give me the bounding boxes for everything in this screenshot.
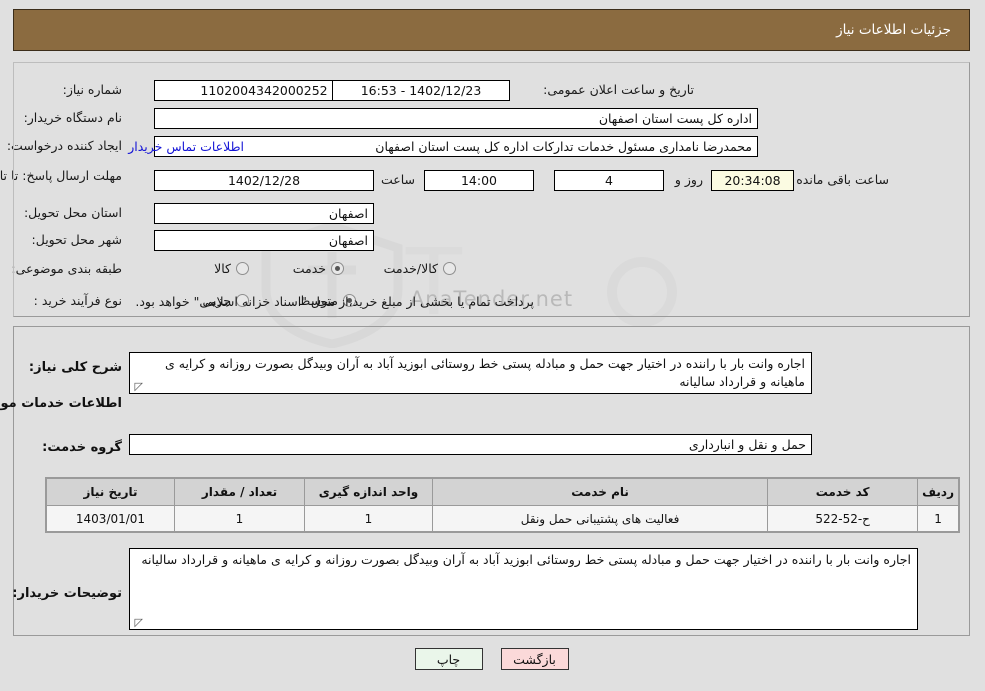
buyer-notes-label: توضیحات خریدار: xyxy=(13,586,123,601)
page-title: جزئیات اطلاعات نیاز xyxy=(837,22,952,38)
back-button[interactable]: بازگشت xyxy=(501,648,570,670)
announce-datetime-field[interactable]: 1402/12/23 - 16:53 xyxy=(333,80,511,101)
service-group-label: گروه خدمت: xyxy=(43,440,123,455)
resize-grip-icon[interactable]: ◸ xyxy=(134,381,144,392)
general-desc-textarea[interactable]: اجاره وانت بار با راننده در اختیار جهت ح… xyxy=(130,352,813,394)
window-title-bar: جزئیات اطلاعات نیاز xyxy=(14,9,971,51)
col-quantity: تعداد / مقدار xyxy=(175,478,306,506)
cell-unit: 1 xyxy=(305,505,434,532)
services-section-heading: اطلاعات خدمات مورد نیاز xyxy=(0,396,123,411)
city-field[interactable]: اصفهان xyxy=(155,230,375,251)
resize-grip-icon-notes[interactable]: ◸ xyxy=(134,617,144,628)
remaining-days-field: 4 xyxy=(555,170,665,191)
deadline-date-field[interactable]: 1402/12/28 xyxy=(155,170,375,191)
col-code: کد خدمت xyxy=(768,478,920,506)
province-field[interactable]: اصفهان xyxy=(155,203,375,224)
services-table-wrap: ردیف کد خدمت نام خدمت واحد اندازه گیری ت… xyxy=(46,477,961,533)
cell-need-date: 1403/01/01 xyxy=(47,505,176,532)
col-unit: واحد اندازه گیری xyxy=(305,478,434,506)
general-desc-label: شرح کلی نیاز: xyxy=(29,360,123,375)
service-group-field[interactable]: حمل و نقل و انبارداری xyxy=(130,434,813,455)
remaining-time-label: ساعت باقی مانده xyxy=(797,172,890,187)
cell-quantity: 1 xyxy=(175,505,306,532)
table-row: 1 ح-52-522 فعالیت های پشتیبانی حمل ونقل … xyxy=(47,505,960,532)
print-button[interactable]: چاپ xyxy=(415,648,484,670)
buyer-contact-link[interactable]: اطلاعات تماس خریدار xyxy=(129,139,245,154)
days-label: روز و xyxy=(675,172,704,187)
col-need-date: تاریخ نیاز xyxy=(47,478,176,506)
cell-code: ح-52-522 xyxy=(768,505,920,532)
col-index: ردیف xyxy=(918,478,960,506)
buyer-notes-value: اجاره وانت بار با راننده در اختیار جهت ح… xyxy=(142,552,912,567)
hour-label: ساعت xyxy=(381,172,416,187)
cell-index: 1 xyxy=(918,505,960,532)
countdown-timer-field: 20:34:08 xyxy=(712,170,795,191)
requester-field[interactable]: محمدرضا نامداری مسئول خدمات تدارکات ادار… xyxy=(155,136,759,157)
payment-note: پرداخت تمام یا بخشی از مبلغ خرید،از محل … xyxy=(136,294,535,309)
table-header-row: ردیف کد خدمت نام خدمت واحد اندازه گیری ت… xyxy=(47,478,960,506)
deadline-time-field[interactable]: 14:00 xyxy=(425,170,535,191)
cell-name: فعالیت های پشتیبانی حمل ونقل xyxy=(432,505,770,532)
action-button-bar: بازگشت چاپ xyxy=(0,648,985,670)
general-desc-value: اجاره وانت بار با راننده در اختیار جهت ح… xyxy=(165,356,806,389)
page-root: T AnaTender.net جزئیات اطلاعات نیاز شمار… xyxy=(0,0,985,691)
col-name: نام خدمت xyxy=(432,478,770,506)
services-table: ردیف کد خدمت نام خدمت واحد اندازه گیری ت… xyxy=(47,478,960,532)
buyer-notes-textarea[interactable]: اجاره وانت بار با راننده در اختیار جهت ح… xyxy=(130,548,919,630)
buyer-org-field[interactable]: اداره کل پست استان اصفهان xyxy=(155,108,759,129)
